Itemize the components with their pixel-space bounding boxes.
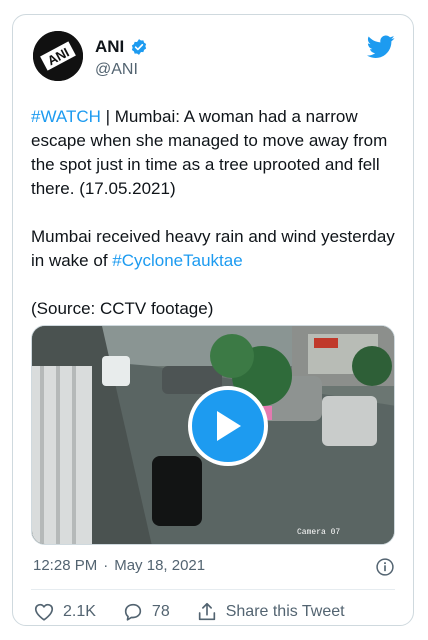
reply-count: 78 — [151, 603, 170, 620]
hashtag-watch[interactable]: #WATCH — [31, 107, 101, 126]
divider — [31, 589, 395, 590]
share-button[interactable]: Share this Tweet — [196, 601, 345, 623]
play-button[interactable] — [188, 386, 268, 466]
reply-icon — [124, 603, 142, 621]
meta-separator: · — [103, 557, 109, 574]
author-name-row: ANI — [95, 37, 148, 57]
tweet-timestamp[interactable]: 12:28 PM · May 18, 2021 — [33, 557, 205, 574]
author-name[interactable]: ANI — [95, 37, 124, 57]
video-thumbnail[interactable]: Camera 07 — [31, 325, 395, 545]
share-icon — [198, 602, 215, 621]
share-label: Share this Tweet — [225, 603, 345, 620]
heart-icon — [34, 603, 54, 621]
info-icon[interactable] — [375, 557, 395, 577]
tweet-card: ANI ANI @ANI #WATCH | Mumbai: A woman ha… — [12, 14, 414, 626]
play-icon — [217, 411, 241, 441]
tweet-paragraph-3: (Source: CCTV footage) — [31, 299, 214, 318]
tweet-time: 12:28 PM — [33, 557, 98, 574]
like-button[interactable]: 2.1K — [33, 601, 96, 623]
camera-label: Camera 07 — [297, 528, 340, 537]
tweet-text: #WATCH | Mumbai: A woman had a narrow es… — [31, 105, 403, 321]
verified-badge-icon — [132, 39, 147, 55]
avatar[interactable]: ANI — [33, 31, 83, 81]
twitter-bird-icon[interactable] — [367, 35, 395, 59]
hashtag-cyclone[interactable]: #CycloneTauktae — [112, 251, 242, 270]
action-bar: 2.1K 78 Share this Tweet — [33, 601, 371, 623]
ani-logo-icon: ANI — [33, 31, 83, 81]
tweet-paragraph-2: Mumbai received heavy rain and wind yest… — [31, 225, 403, 273]
tweet-date: May 18, 2021 — [114, 557, 206, 574]
reply-button[interactable]: 78 — [122, 601, 170, 623]
author-handle[interactable]: @ANI — [95, 61, 138, 79]
like-count: 2.1K — [63, 603, 96, 620]
tweet-paragraph-1: #WATCH | Mumbai: A woman had a narrow es… — [31, 105, 403, 201]
